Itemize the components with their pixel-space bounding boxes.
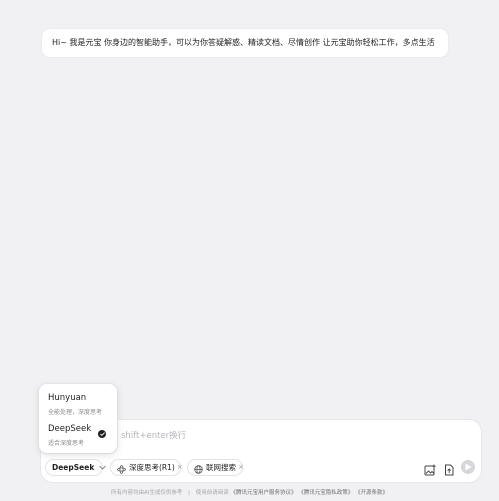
- send-icon: [465, 463, 472, 471]
- check-icon: [98, 430, 106, 438]
- model-option-hunyuan[interactable]: Hunyuan 全能处理，深度思考: [39, 388, 117, 418]
- privacy-link[interactable]: 《腾讯元宝隐私政策》: [298, 490, 353, 496]
- footer-policy-prefix: 使用前请阅读: [195, 490, 229, 496]
- model-selector-button[interactable]: DeepSeek: [45, 459, 107, 476]
- model-option-desc: 全能处理，深度思考: [48, 409, 103, 416]
- open-source-link[interactable]: 《开源条款》: [355, 490, 388, 496]
- web-search-toggle[interactable]: 联网搜索 ×: [187, 459, 244, 476]
- model-dropdown-menu: Hunyuan 全能处理，深度思考 DeepSeek 适合深度思考: [39, 384, 117, 453]
- chevron-down-icon: [99, 459, 107, 476]
- model-option-deepseek[interactable]: DeepSeek 适合深度思考: [39, 419, 117, 449]
- image-upload-icon[interactable]: [424, 461, 436, 476]
- footer-divider: |: [188, 490, 190, 496]
- model-option-name: DeepSeek: [48, 424, 92, 434]
- web-search-close-icon[interactable]: ×: [238, 459, 244, 476]
- globe-icon: [194, 463, 203, 474]
- send-button[interactable]: [461, 460, 475, 474]
- footer-disclaimer: 所有内容均由AI生成仅供参考 | 使用前请阅读 《腾讯元宝用户服务协议》 《腾讯…: [0, 488, 499, 496]
- model-option-desc: 适合深度思考: [48, 440, 85, 447]
- deep-think-label: 深度思考(R1): [129, 463, 175, 472]
- web-search-label: 联网搜索: [206, 463, 236, 472]
- model-selector-label: DeepSeek: [52, 463, 95, 472]
- chat-input[interactable]: shift+enter换行: [121, 429, 186, 441]
- atom-icon: [117, 463, 126, 474]
- deep-think-close-icon[interactable]: ×: [177, 459, 183, 476]
- welcome-message: Hi~ 我是元宝 你身边的智能助手，可以为你答疑解惑、精读文档、尽情创作 让元宝…: [42, 29, 448, 57]
- terms-link[interactable]: 《腾讯元宝用户服务协议》: [230, 490, 296, 496]
- file-upload-icon[interactable]: [443, 461, 455, 476]
- deep-think-toggle[interactable]: 深度思考(R1) ×: [110, 459, 183, 476]
- welcome-text: Hi~ 我是元宝 你身边的智能助手，可以为你答疑解惑、精读文档、尽情创作 让元宝…: [52, 38, 435, 47]
- model-option-name: Hunyuan: [48, 393, 87, 403]
- footer-notice: 所有内容均由AI生成仅供参考: [110, 490, 183, 496]
